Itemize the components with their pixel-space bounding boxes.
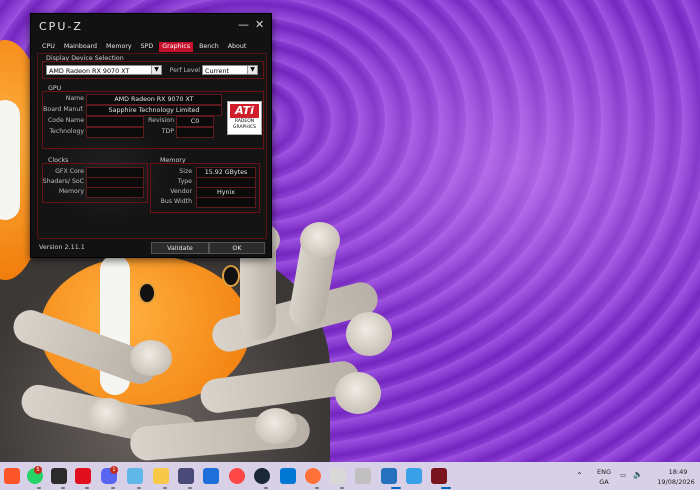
wallpaper-anemone: [335, 372, 381, 414]
notepad-icon[interactable]: [127, 468, 143, 484]
tab-memory[interactable]: Memory: [103, 42, 135, 52]
revision-label: Revision: [148, 117, 174, 124]
running-indicator: [188, 487, 192, 489]
volume-icon[interactable]: 🔈: [633, 470, 643, 479]
perf-level-value: Current: [205, 67, 230, 75]
terminal-icon[interactable]: [51, 468, 67, 484]
ati-logo-line2: RADEON: [234, 119, 255, 124]
app-icon[interactable]: [330, 468, 346, 484]
tdp-value: [176, 127, 214, 138]
clock-memory-label: Memory: [58, 188, 84, 195]
running-indicator: [163, 487, 167, 489]
wallpaper-anemone: [130, 340, 172, 376]
app-title: CPU-Z: [39, 20, 83, 33]
display-device-value: AMD Radeon RX 9070 XT: [49, 67, 130, 75]
running-indicator: [441, 487, 451, 489]
vscode-icon[interactable]: [280, 468, 296, 484]
running-indicator: [340, 487, 344, 489]
tab-bench[interactable]: Bench: [196, 42, 222, 52]
cpuz-icon[interactable]: [431, 468, 447, 484]
file-explorer-icon[interactable]: [153, 468, 169, 484]
revision-value: C0: [176, 116, 214, 127]
bus-width-value: [196, 197, 256, 208]
running-indicator: [85, 487, 89, 489]
tab-bar: CPU Mainboard Memory SPD Graphics Bench …: [39, 42, 249, 52]
running-indicator: [264, 487, 268, 489]
close-button[interactable]: ✕: [255, 18, 264, 31]
shaders-soc-label: Shaders/ SoC: [42, 178, 84, 185]
gfx-core-label: GFX Core: [55, 168, 84, 175]
wallpaper-anemone: [255, 408, 297, 444]
tab-spd[interactable]: SPD: [138, 42, 157, 52]
wallpaper-fish-stripe: [0, 100, 20, 220]
running-indicator: [391, 487, 401, 489]
snipping-icon[interactable]: [355, 468, 371, 484]
bus-width-label: Bus Width: [160, 198, 192, 205]
steam-icon[interactable]: [254, 468, 270, 484]
firefox-icon[interactable]: [305, 468, 321, 484]
tab-about[interactable]: About: [225, 42, 250, 52]
show-hidden-icons-chevron-up-icon[interactable]: ⌃: [576, 471, 583, 480]
running-indicator: [37, 487, 41, 489]
photos-icon[interactable]: [406, 468, 422, 484]
clock-memory-value: [86, 187, 144, 198]
language-line2[interactable]: GA: [594, 478, 614, 486]
gpu-name-label: Name: [65, 95, 84, 102]
wallpaper-fish-eye: [138, 282, 156, 304]
clock-date[interactable]: 19/08/2026: [654, 478, 698, 486]
version-label: Version 2.11.1: [39, 243, 85, 251]
wallpaper-anemone: [88, 398, 128, 434]
language-line1[interactable]: ENG: [594, 468, 614, 476]
ati-logo-line3: GRAPHICS: [233, 125, 256, 130]
calculator-icon[interactable]: [178, 468, 194, 484]
cpuz-window[interactable]: CPU-Z — ✕ CPU Mainboard Memory SPD Graph…: [30, 13, 272, 258]
code-name-label: Code Name: [47, 117, 84, 124]
code-name-value: [86, 116, 144, 127]
wallpaper-anemone: [346, 312, 392, 356]
running-indicator: [315, 487, 319, 489]
board-manuf-value: Sapphire Technology Limited: [86, 105, 222, 116]
minimize-button[interactable]: —: [238, 18, 249, 31]
title-bar[interactable]: CPU-Z — ✕: [31, 14, 271, 38]
ati-logo-brand: ATi: [230, 104, 259, 118]
powershell-icon[interactable]: [381, 468, 397, 484]
brave-icon[interactable]: [4, 468, 20, 484]
tab-mainboard[interactable]: Mainboard: [61, 42, 100, 52]
mem-type-label: Type: [177, 178, 192, 185]
technology-value: [86, 127, 144, 138]
amd-software-icon[interactable]: [75, 468, 91, 484]
display-device-select[interactable]: AMD Radeon RX 9070 XT ▼: [46, 65, 162, 75]
perf-level-label: Perf Level: [169, 67, 200, 74]
ati-radeon-logo: ATi RADEON GRAPHICS: [227, 101, 262, 135]
whatsapp-badge: 5: [34, 466, 42, 474]
tab-graphics[interactable]: Graphics: [159, 42, 194, 52]
clock-time[interactable]: 18:49: [658, 468, 698, 476]
tdp-label: TDP: [161, 128, 174, 135]
running-indicator: [137, 487, 141, 489]
running-indicator: [111, 487, 115, 489]
graphics-panel: Display Device Selection AMD Radeon RX 9…: [37, 53, 267, 239]
taskbar: 5 1 ⌃ ENG GA ▭ 🔈 18:49 19/08/2026: [0, 462, 700, 490]
shield-icon[interactable]: [203, 468, 219, 484]
network-icon[interactable]: ▭: [620, 471, 626, 479]
technology-label: Technology: [49, 128, 84, 135]
ea-app-icon[interactable]: [229, 468, 245, 484]
validate-button[interactable]: Validate: [151, 242, 209, 254]
mem-vendor-label: Vendor: [170, 188, 192, 195]
running-indicator: [61, 487, 65, 489]
tab-cpu[interactable]: CPU: [39, 42, 58, 52]
board-manuf-label: Board Manuf.: [43, 106, 84, 113]
gpu-name-value: AMD Radeon RX 9070 XT: [86, 94, 222, 105]
chevron-down-icon: ▼: [151, 66, 161, 74]
perf-level-select[interactable]: Current ▼: [202, 65, 258, 75]
ok-button[interactable]: OK: [209, 242, 265, 254]
discord-badge: 1: [110, 466, 118, 474]
mem-size-label: Size: [179, 168, 192, 175]
chevron-down-icon: ▼: [247, 66, 257, 74]
wallpaper-fish-eye: [222, 265, 240, 287]
wallpaper-anemone: [300, 222, 340, 258]
